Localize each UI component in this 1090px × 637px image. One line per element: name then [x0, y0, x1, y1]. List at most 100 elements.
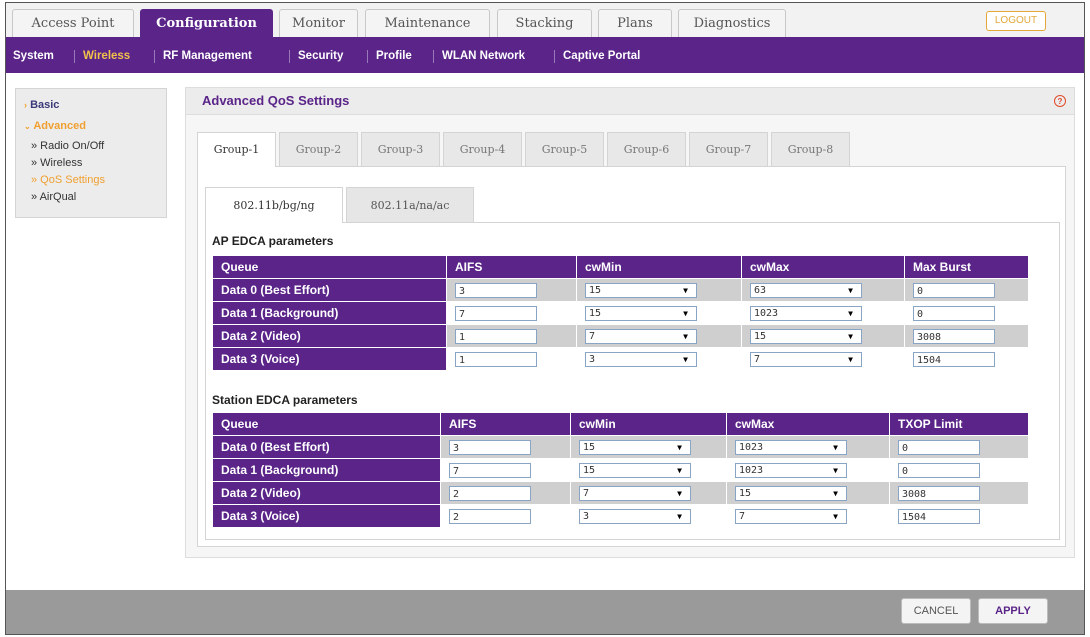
- txop-limit-input[interactable]: 3008: [898, 485, 980, 501]
- help-icon[interactable]: ?: [1054, 95, 1066, 107]
- aifs-input[interactable]: 7: [449, 462, 531, 478]
- txop-limit-input[interactable]: 0: [898, 462, 980, 478]
- dropdown-arrow-icon: ▼: [833, 442, 838, 452]
- subnav-wireless[interactable]: Wireless: [83, 41, 130, 73]
- tab-band-ac[interactable]: 802.11a/na/ac: [346, 187, 474, 222]
- tab-configuration[interactable]: Configuration: [140, 9, 273, 41]
- tab-group-6[interactable]: Group-6: [607, 132, 686, 166]
- sidebar-advanced-label: Advanced: [33, 120, 86, 132]
- max-burst-input[interactable]: 0: [913, 305, 995, 321]
- tab-group-2[interactable]: Group-2: [279, 132, 358, 166]
- aifs-input[interactable]: 7: [455, 305, 537, 321]
- cwmin-value: 3: [589, 353, 596, 365]
- table-row: Data 2 (Video) 2 7 ▼ 15 ▼ 3008: [212, 481, 1029, 505]
- tab-group-8[interactable]: Group-8: [771, 132, 850, 166]
- cwmin-value: 7: [589, 330, 596, 342]
- sidebar-item-airqual[interactable]: » AirQual: [31, 191, 76, 203]
- max-burst-input[interactable]: 1504: [913, 351, 995, 367]
- cwmax-select[interactable]: 15 ▼: [735, 485, 847, 501]
- txop-limit-input[interactable]: 1504: [898, 508, 980, 524]
- cwmin-value: 15: [583, 464, 596, 476]
- tab-stacking[interactable]: Stacking: [497, 9, 592, 37]
- max-burst-input[interactable]: 3008: [913, 328, 995, 344]
- cwmax-value: 15: [739, 487, 752, 499]
- chevron-down-icon: ⌄: [24, 122, 31, 131]
- cwmax-select[interactable]: 7 ▼: [735, 508, 847, 524]
- dropdown-arrow-icon: ▼: [848, 285, 853, 295]
- subnav-wlan-network[interactable]: WLAN Network: [442, 41, 525, 73]
- tab-band-bg[interactable]: 802.11b/bg/ng: [205, 187, 343, 223]
- tab-group-3[interactable]: Group-3: [361, 132, 440, 166]
- tab-monitor[interactable]: Monitor: [279, 9, 358, 37]
- queue-label: Data 3 (Voice): [212, 347, 447, 371]
- sidebar-item-wireless[interactable]: » Wireless: [31, 157, 82, 169]
- cwmax-select[interactable]: 15 ▼: [750, 328, 862, 344]
- cwmin-select[interactable]: 7 ▼: [579, 485, 691, 501]
- cwmax-select[interactable]: 1023 ▼: [735, 439, 847, 455]
- aifs-input[interactable]: 2: [449, 485, 531, 501]
- subnav-rf-management[interactable]: RF Management: [163, 41, 252, 73]
- cwmin-select[interactable]: 15 ▼: [585, 282, 697, 298]
- tab-group-1[interactable]: Group-1: [197, 132, 276, 167]
- column-header: Max Burst: [904, 255, 1029, 279]
- table-row: Data 1 (Background) 7 15 ▼ 1023 ▼ 0: [212, 458, 1029, 482]
- tab-access-point[interactable]: Access Point: [12, 9, 134, 37]
- cancel-button[interactable]: CANCEL: [901, 598, 971, 624]
- cwmin-select[interactable]: 15 ▼: [579, 462, 691, 478]
- queue-label: Data 2 (Video): [212, 324, 447, 348]
- sidebar-item-radio-on-off[interactable]: » Radio On/Off: [31, 140, 104, 152]
- cwmax-select[interactable]: 63 ▼: [750, 282, 862, 298]
- logout-button[interactable]: LOGOUT: [986, 11, 1046, 31]
- txop-limit-input[interactable]: 0: [898, 439, 980, 455]
- column-header: Queue: [212, 255, 447, 279]
- tab-plans[interactable]: Plans: [598, 9, 672, 37]
- cwmin-select[interactable]: 15 ▼: [585, 305, 697, 321]
- dropdown-arrow-icon: ▼: [683, 285, 688, 295]
- table-row: Data 2 (Video) 1 7 ▼ 15 ▼ 3008: [212, 324, 1029, 348]
- dropdown-arrow-icon: ▼: [677, 465, 682, 475]
- tab-group-4[interactable]: Group-4: [443, 132, 522, 166]
- subnav-separator: [289, 50, 290, 63]
- aifs-input[interactable]: 1: [455, 328, 537, 344]
- dropdown-arrow-icon: ▼: [683, 308, 688, 318]
- aifs-input[interactable]: 3: [449, 439, 531, 455]
- cwmin-select[interactable]: 15 ▼: [579, 439, 691, 455]
- dropdown-arrow-icon: ▼: [833, 511, 838, 521]
- tab-group-7[interactable]: Group-7: [689, 132, 768, 166]
- subnav-profile[interactable]: Profile: [376, 41, 412, 73]
- aifs-input[interactable]: 1: [455, 351, 537, 367]
- column-header: cwMin: [570, 412, 727, 436]
- subnav-separator: [74, 50, 75, 63]
- aifs-input[interactable]: 3: [455, 282, 537, 298]
- tab-diagnostics[interactable]: Diagnostics: [678, 9, 786, 37]
- table-header-row: Queue AIFS cwMin cwMax TXOP Limit: [212, 412, 1029, 436]
- subnav-security[interactable]: Security: [298, 41, 343, 73]
- cwmax-select[interactable]: 7 ▼: [750, 351, 862, 367]
- column-header: cwMax: [741, 255, 905, 279]
- queue-label: Data 3 (Voice): [212, 504, 441, 528]
- panel-header: Advanced QoS Settings ?: [185, 87, 1075, 115]
- column-header: AIFS: [446, 255, 577, 279]
- cwmax-select[interactable]: 1023 ▼: [735, 462, 847, 478]
- table-row: Data 0 (Best Effort) 3 15 ▼ 63 ▼ 0: [212, 278, 1029, 302]
- tab-maintenance[interactable]: Maintenance: [365, 9, 490, 37]
- tab-group-5[interactable]: Group-5: [525, 132, 604, 166]
- apply-button[interactable]: APPLY: [978, 598, 1048, 624]
- column-header: cwMin: [576, 255, 742, 279]
- cwmin-select[interactable]: 3 ▼: [579, 508, 691, 524]
- cwmax-select[interactable]: 1023 ▼: [750, 305, 862, 321]
- cwmin-select[interactable]: 3 ▼: [585, 351, 697, 367]
- subnav-system[interactable]: System: [13, 41, 54, 73]
- dropdown-arrow-icon: ▼: [677, 511, 682, 521]
- top-tab-bar: Access Point Configuration Monitor Maint…: [6, 3, 1084, 41]
- sidebar-item-qos-settings[interactable]: » QoS Settings: [31, 174, 105, 186]
- station-edca-title: Station EDCA parameters: [212, 393, 358, 407]
- cwmax-value: 1023: [739, 464, 764, 476]
- aifs-input[interactable]: 2: [449, 508, 531, 524]
- cwmin-value: 15: [589, 307, 602, 319]
- max-burst-input[interactable]: 0: [913, 282, 995, 298]
- sidebar-basic[interactable]: › Basic: [24, 99, 59, 111]
- sidebar-advanced[interactable]: ⌄ Advanced: [24, 120, 86, 132]
- cwmin-select[interactable]: 7 ▼: [585, 328, 697, 344]
- subnav-captive-portal[interactable]: Captive Portal: [563, 41, 640, 73]
